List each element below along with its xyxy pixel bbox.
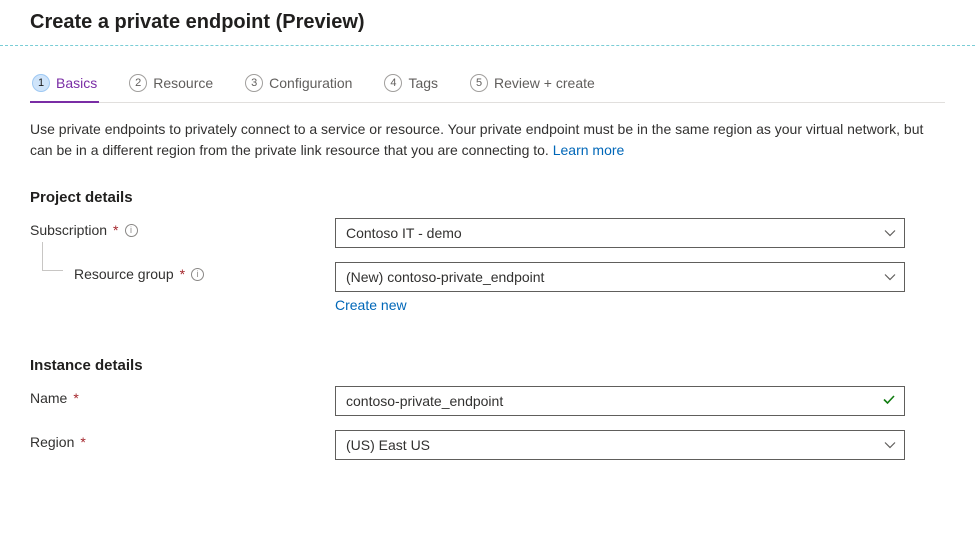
check-icon	[882, 393, 896, 410]
resource-group-select[interactable]: (New) contoso-private_endpoint	[335, 262, 905, 292]
create-new-link[interactable]: Create new	[335, 297, 407, 313]
section-heading-project: Project details	[30, 189, 945, 206]
label-region: Region *	[30, 430, 335, 450]
tab-label: Tags	[408, 75, 438, 91]
page-title: Create a private endpoint (Preview)	[0, 0, 975, 45]
chevron-down-icon	[884, 271, 896, 283]
tab-review-create[interactable]: 5 Review + create	[468, 68, 597, 102]
step-number-icon: 5	[470, 74, 488, 92]
tab-tags[interactable]: 4 Tags	[382, 68, 440, 102]
step-number-icon: 3	[245, 74, 263, 92]
region-select[interactable]: (US) East US	[335, 430, 905, 460]
chevron-down-icon	[884, 227, 896, 239]
tab-label: Basics	[56, 75, 97, 91]
step-number-icon: 1	[32, 74, 50, 92]
label-subscription: Subscription * i	[30, 218, 335, 238]
panel-divider	[0, 45, 975, 46]
subscription-select[interactable]: Contoso IT - demo	[335, 218, 905, 248]
wizard-tabs: 1 Basics 2 Resource 3 Configuration 4 Ta…	[30, 68, 945, 103]
tab-configuration[interactable]: 3 Configuration	[243, 68, 354, 102]
section-heading-instance: Instance details	[30, 357, 945, 374]
step-number-icon: 4	[384, 74, 402, 92]
name-input[interactable]: contoso-private_endpoint	[335, 386, 905, 416]
tab-label: Review + create	[494, 75, 595, 91]
tab-resource[interactable]: 2 Resource	[127, 68, 215, 102]
chevron-down-icon	[884, 439, 896, 451]
tab-basics[interactable]: 1 Basics	[30, 68, 99, 102]
required-indicator: *	[73, 390, 78, 406]
intro-text: Use private endpoints to privately conne…	[30, 119, 945, 161]
label-resource-group: Resource group * i	[30, 262, 335, 282]
required-indicator: *	[180, 266, 185, 282]
required-indicator: *	[80, 434, 85, 450]
info-icon[interactable]: i	[125, 224, 138, 237]
step-number-icon: 2	[129, 74, 147, 92]
tab-label: Resource	[153, 75, 213, 91]
tab-label: Configuration	[269, 75, 352, 91]
label-name: Name *	[30, 386, 335, 406]
info-icon[interactable]: i	[191, 268, 204, 281]
learn-more-link[interactable]: Learn more	[553, 142, 625, 158]
required-indicator: *	[113, 222, 118, 238]
